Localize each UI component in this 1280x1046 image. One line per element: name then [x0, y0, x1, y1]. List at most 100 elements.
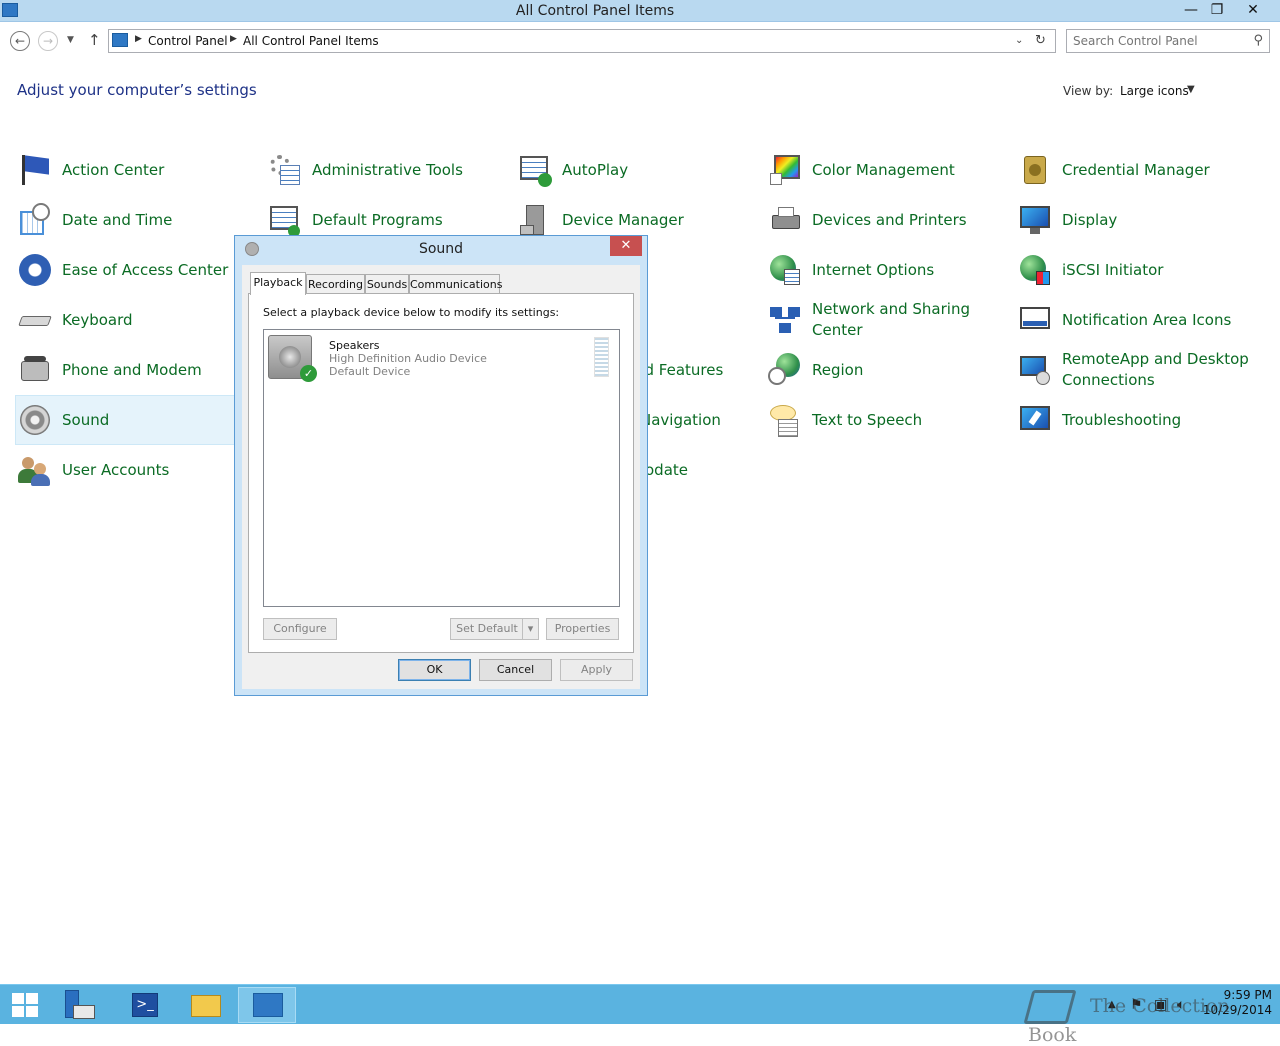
close-button[interactable]: ✕	[1240, 0, 1266, 20]
credential-vault-icon	[1018, 153, 1052, 187]
item-network-and-sharing[interactable]: Network and Sharing Center	[766, 298, 982, 342]
tab-recording[interactable]: Recording	[306, 274, 365, 294]
taskbar-file-explorer[interactable]	[177, 987, 235, 1023]
item-display[interactable]: Display	[1016, 198, 1117, 242]
taskbar-powershell[interactable]: >_	[116, 987, 174, 1023]
item-sound[interactable]: Sound	[15, 395, 235, 445]
item-phone-and-modem[interactable]: Phone and Modem	[16, 348, 202, 392]
item-autoplay[interactable]: AutoPlay	[516, 148, 628, 192]
start-button[interactable]	[0, 987, 58, 1023]
item-label: nd Features	[635, 360, 724, 379]
breadcrumb-control-panel[interactable]: Control Panel	[148, 34, 228, 48]
item-label: Keyboard	[62, 310, 133, 329]
tab-communications[interactable]: Communications	[409, 274, 502, 294]
device-name: Speakers	[329, 339, 380, 352]
address-control-panel-icon	[112, 33, 128, 47]
ok-button[interactable]: OK	[398, 659, 471, 681]
item-label: Date and Time	[62, 210, 173, 229]
search-icon[interactable]: ⚲	[1253, 33, 1263, 48]
item-notification-area-icons[interactable]: Notification Area Icons	[1016, 298, 1231, 342]
default-check-icon: ✓	[300, 365, 317, 382]
remote-desktop-icon	[1018, 353, 1052, 387]
chevron-right-icon[interactable]: ▶	[230, 34, 237, 44]
item-region[interactable]: Region	[766, 348, 863, 392]
device-driver: High Definition Audio Device	[329, 352, 487, 365]
item-credential-manager[interactable]: Credential Manager	[1016, 148, 1210, 192]
item-label: Administrative Tools	[312, 160, 463, 179]
playback-instruction: Select a playback device below to modify…	[263, 306, 560, 319]
apply-button[interactable]: Apply	[560, 659, 633, 681]
cancel-button[interactable]: Cancel	[479, 659, 552, 681]
dialog-body: Playback Recording Sounds Communications…	[242, 265, 640, 689]
globe-icon	[768, 253, 802, 287]
autoplay-icon	[518, 153, 552, 187]
address-box[interactable]: ▶ Control Panel ▶ All Control Panel Item…	[108, 29, 1056, 53]
item-date-and-time[interactable]: Date and Time	[16, 198, 172, 242]
speaker-icon	[18, 403, 52, 437]
back-arrow-icon[interactable]: ←	[10, 31, 30, 51]
item-label: User Accounts	[62, 460, 170, 479]
search-box[interactable]: ⚲	[1066, 29, 1270, 53]
item-action-center[interactable]: Action Center	[16, 148, 164, 192]
network-icon	[768, 303, 802, 337]
default-programs-icon	[268, 203, 302, 237]
view-by-arrow-icon[interactable]: ▼	[1187, 84, 1195, 95]
forward-arrow-icon[interactable]: →	[38, 31, 58, 51]
item-label: iSCSI Initiator	[1062, 260, 1164, 279]
recent-locations-icon[interactable]: ▼	[67, 35, 74, 45]
book-icon	[1023, 990, 1077, 1024]
item-administrative-tools[interactable]: Administrative Tools	[266, 148, 463, 192]
restore-button[interactable]: ❐	[1204, 0, 1230, 20]
properties-button[interactable]: Properties	[546, 618, 619, 640]
chevron-right-icon[interactable]: ▶	[135, 34, 142, 44]
volume-meter	[594, 337, 609, 377]
users-icon	[18, 453, 52, 487]
address-bar-row: ← → ▼ ↑ ▶ Control Panel ▶ All Control Pa…	[0, 26, 1280, 56]
minimize-button[interactable]: —	[1178, 0, 1204, 20]
item-troubleshooting[interactable]: Troubleshooting	[1016, 398, 1181, 442]
taskbar-server-manager[interactable]	[55, 987, 113, 1023]
item-label: Display	[1062, 210, 1118, 229]
item-label: Credential Manager	[1062, 160, 1210, 179]
monitor-icon	[1018, 203, 1052, 237]
item-label: Notification Area Icons	[1062, 310, 1232, 329]
refresh-icon[interactable]: ↻	[1035, 33, 1046, 48]
tab-sounds[interactable]: Sounds	[365, 274, 409, 294]
item-label: Text to Speech	[812, 410, 923, 429]
ease-of-access-icon	[18, 253, 52, 287]
item-label: Phone and Modem	[62, 360, 202, 379]
item-label: RemoteApp and Desktop Connections	[1062, 350, 1249, 389]
item-user-accounts[interactable]: User Accounts	[16, 448, 169, 492]
item-color-management[interactable]: Color Management	[766, 148, 955, 192]
item-label: Internet Options	[812, 260, 935, 279]
search-input[interactable]	[1073, 33, 1243, 49]
window-title: All Control Panel Items	[515, 3, 675, 19]
flag-icon	[18, 153, 52, 187]
list-item-speakers[interactable]: ✓ Speakers High Definition Audio Device …	[264, 330, 619, 384]
item-remoteapp[interactable]: RemoteApp and Desktop Connections	[1016, 348, 1252, 392]
item-devices-and-printers[interactable]: Devices and Printers	[766, 198, 967, 242]
dialog-close-button[interactable]: ✕	[610, 236, 642, 256]
region-globe-clock-icon	[768, 353, 802, 387]
set-default-button[interactable]: Set Default	[450, 618, 524, 640]
device-list[interactable]: ✓ Speakers High Definition Audio Device …	[263, 329, 620, 607]
up-arrow-icon[interactable]: ↑	[88, 31, 101, 49]
tab-playback[interactable]: Playback	[250, 272, 306, 295]
troubleshooting-icon	[1018, 403, 1052, 437]
page-heading: Adjust your computer’s settings	[17, 81, 257, 99]
address-dropdown-icon[interactable]: ⌄	[1015, 35, 1023, 46]
view-by-label: View by:	[1063, 84, 1114, 98]
breadcrumb-all-items[interactable]: All Control Panel Items	[243, 34, 379, 48]
title-bar[interactable]: All Control Panel Items — ❐ ✕	[0, 0, 1280, 22]
calendar-clock-icon	[18, 203, 52, 237]
configure-button[interactable]: Configure	[263, 618, 337, 640]
set-default-dropdown-icon[interactable]: ▾	[522, 618, 539, 640]
item-internet-options[interactable]: Internet Options	[766, 248, 934, 292]
item-ease-of-access[interactable]: Ease of Access Center	[16, 248, 228, 292]
view-by-dropdown[interactable]: Large icons	[1120, 84, 1189, 98]
item-keyboard[interactable]: Keyboard	[16, 298, 133, 342]
item-text-to-speech[interactable]: Text to Speech	[766, 398, 922, 442]
item-label: Default Programs	[312, 210, 443, 229]
item-iscsi-initiator[interactable]: iSCSI Initiator	[1016, 248, 1163, 292]
taskbar-control-panel[interactable]	[238, 987, 296, 1023]
